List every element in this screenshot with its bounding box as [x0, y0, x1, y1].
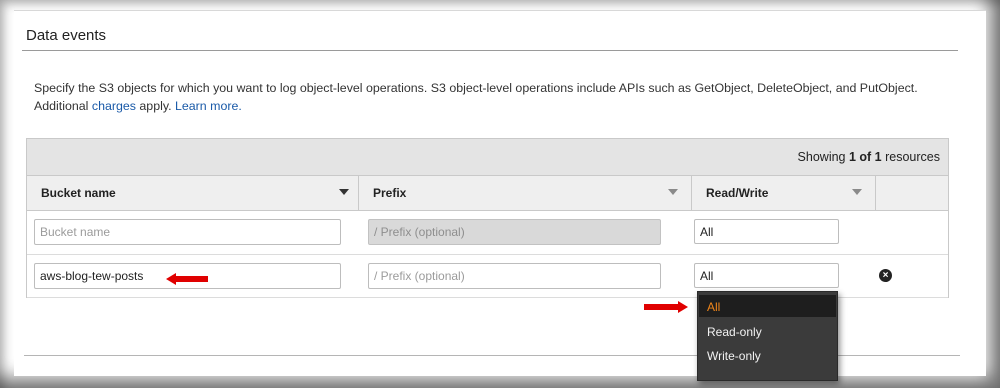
showing-count: Showing 1 of 1 resources	[798, 150, 940, 164]
red-arrow-left-annotation	[166, 273, 208, 285]
read-write-dropdown-menu[interactable]: All Read-only Write-only	[697, 291, 838, 381]
section-title: Data events	[26, 27, 107, 44]
column-header-prefix[interactable]: Prefix	[359, 176, 692, 211]
red-arrow-right-annotation	[644, 301, 688, 313]
column-header-actions	[876, 176, 948, 211]
dropdown-option-write-only[interactable]: Write-only	[699, 344, 836, 366]
resources-table: Showing 1 of 1 resources Bucket name Pre…	[26, 138, 949, 298]
prefix-input[interactable]: / Prefix (optional)	[368, 263, 661, 289]
title-divider	[22, 50, 958, 51]
showing-suffix: resources	[881, 150, 940, 164]
column-label-bucket-name: Bucket name	[41, 186, 116, 200]
showing-count-value: 1 of 1	[848, 150, 882, 164]
section-description: Specify the S3 objects for which you wan…	[34, 79, 964, 115]
screenshot-frame: Data events Specify the S3 objects for w…	[0, 0, 1000, 388]
charges-link[interactable]: charges	[92, 99, 136, 113]
row-divider	[27, 254, 948, 255]
caret-down-icon[interactable]	[852, 189, 862, 195]
column-label-read-write: Read/Write	[706, 186, 769, 200]
caret-down-icon[interactable]	[339, 189, 349, 195]
read-write-select[interactable]: All	[694, 263, 839, 288]
data-events-panel: Data events Specify the S3 objects for w…	[14, 10, 986, 381]
column-header-bucket-name[interactable]: Bucket name	[27, 176, 359, 211]
apply-text: apply.	[135, 99, 175, 113]
column-header-read-write[interactable]: Read/Write	[692, 176, 876, 211]
remove-circle-icon[interactable]: ×	[879, 269, 892, 282]
table-toolbar: Showing 1 of 1 resources	[27, 139, 948, 176]
caret-down-icon[interactable]	[668, 189, 678, 195]
bucket-name-input[interactable]: Bucket name	[34, 219, 341, 245]
column-label-prefix: Prefix	[373, 186, 407, 200]
showing-prefix: Showing	[797, 150, 849, 164]
dropdown-option-all[interactable]: All	[699, 295, 836, 317]
read-write-select[interactable]: All	[694, 219, 839, 244]
dropdown-option-read-only[interactable]: Read-only	[699, 320, 836, 342]
prefix-input-disabled: / Prefix (optional)	[368, 219, 661, 245]
learn-more-link[interactable]: Learn more.	[175, 99, 242, 113]
